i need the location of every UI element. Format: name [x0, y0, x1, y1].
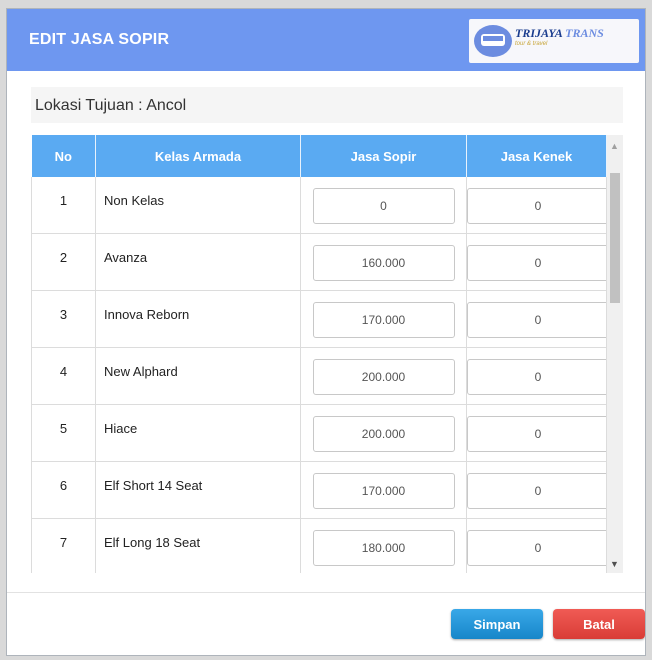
row-kelas: Non Kelas — [95, 177, 301, 234]
row-no: 3 — [31, 290, 96, 348]
logo-text: TRIJAYA TRANS — [515, 26, 604, 40]
table-row: 5 Hiace 200.000 0 — [31, 404, 609, 462]
jasa-sopir-input[interactable]: 180.000 — [312, 530, 455, 566]
scroll-down-arrow-icon[interactable]: ▼ — [610, 559, 619, 569]
footer-divider — [7, 592, 645, 593]
row-no: 7 — [31, 518, 96, 573]
row-kelas: Elf Short 14 Seat — [95, 461, 301, 519]
brand-logo: TRIJAYA TRANS tour & travel — [469, 19, 639, 63]
jasa-kenek-input[interactable]: 0 — [467, 530, 609, 566]
jasa-kenek-input[interactable]: 0 — [467, 245, 609, 281]
jasa-sopir-input[interactable]: 170.000 — [312, 473, 455, 509]
location-label: Lokasi Tujuan : Ancol — [35, 97, 187, 114]
scroll-up-arrow-icon[interactable]: ▲ — [610, 141, 619, 151]
jasa-sopir-input[interactable]: 0 — [312, 188, 455, 224]
jasa-sopir-input[interactable]: 160.000 — [312, 245, 455, 281]
tariff-table-scroll: No Kelas Armada Jasa Sopir Jasa Kenek 1 … — [31, 135, 623, 573]
logo-tagline: tour & travel — [515, 41, 548, 47]
row-kelas: Innova Reborn — [95, 290, 301, 348]
table-row: 1 Non Kelas 0 0 — [31, 177, 609, 234]
row-kelas: Avanza — [95, 233, 301, 291]
row-no: 6 — [31, 461, 96, 519]
row-kelas: New Alphard — [95, 347, 301, 405]
table-row: 2 Avanza 160.000 0 — [31, 233, 609, 291]
dialog-header: EDIT JASA SOPIR TRIJAYA TRANS tour & tra… — [7, 9, 645, 71]
scrollbar-thumb[interactable] — [610, 173, 620, 303]
col-header-kelas-armada: Kelas Armada — [95, 135, 301, 177]
table-header-row: No Kelas Armada Jasa Sopir Jasa Kenek — [31, 135, 607, 177]
jasa-kenek-input[interactable]: 0 — [467, 188, 609, 224]
row-no: 4 — [31, 347, 96, 405]
jasa-kenek-input[interactable]: 0 — [467, 359, 609, 395]
edit-jasa-sopir-dialog: EDIT JASA SOPIR TRIJAYA TRANS tour & tra… — [6, 8, 646, 656]
jasa-sopir-input[interactable]: 170.000 — [312, 302, 455, 338]
jasa-kenek-input[interactable]: 0 — [467, 416, 609, 452]
col-header-jasa-sopir: Jasa Sopir — [300, 135, 467, 177]
dialog-title: EDIT JASA SOPIR — [29, 31, 170, 48]
table-scrollbar[interactable]: ▲ ▼ — [607, 135, 623, 573]
row-kelas: Hiace — [95, 404, 301, 462]
cancel-button[interactable]: Batal — [553, 609, 645, 639]
save-button[interactable]: Simpan — [451, 609, 543, 639]
tariff-table: No Kelas Armada Jasa Sopir Jasa Kenek 1 … — [31, 135, 609, 573]
col-header-no: No — [31, 135, 96, 177]
row-no: 1 — [31, 177, 96, 234]
jasa-kenek-input[interactable]: 0 — [467, 473, 609, 509]
table-row: 3 Innova Reborn 170.000 0 — [31, 290, 609, 348]
table-row: 7 Elf Long 18 Seat 180.000 0 — [31, 518, 609, 573]
row-kelas: Elf Long 18 Seat — [95, 518, 301, 573]
location-bar: Lokasi Tujuan : Ancol — [31, 87, 623, 123]
row-no: 5 — [31, 404, 96, 462]
col-header-jasa-kenek: Jasa Kenek — [466, 135, 607, 177]
jasa-sopir-input[interactable]: 200.000 — [312, 359, 455, 395]
jasa-sopir-input[interactable]: 200.000 — [312, 416, 455, 452]
table-row: 4 New Alphard 200.000 0 — [31, 347, 609, 405]
bus-icon — [474, 25, 512, 57]
table-row: 6 Elf Short 14 Seat 170.000 0 — [31, 461, 609, 519]
jasa-kenek-input[interactable]: 0 — [467, 302, 609, 338]
row-no: 2 — [31, 233, 96, 291]
